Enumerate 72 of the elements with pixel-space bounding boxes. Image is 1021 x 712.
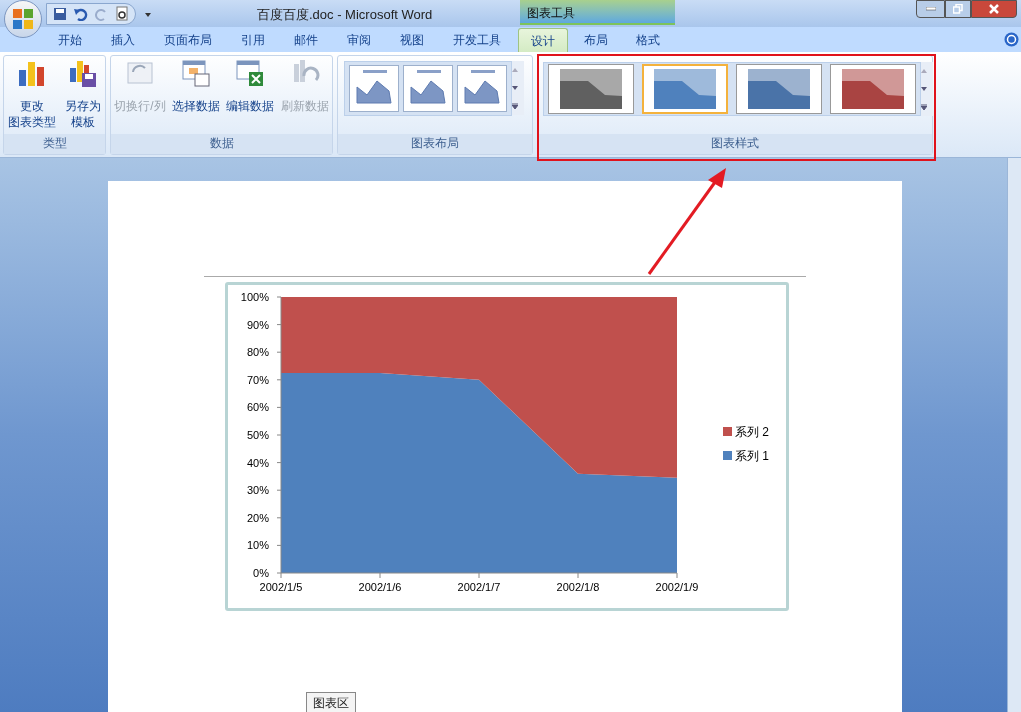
undo-icon[interactable] (73, 6, 89, 21)
ribbon-button[interactable]: 更改 图表类型 (8, 58, 57, 134)
ribbon-tab[interactable]: 开始 (46, 28, 94, 52)
layout-thumbnail[interactable] (457, 65, 507, 112)
style-thumbnail[interactable] (830, 64, 916, 114)
restore-icon (953, 4, 963, 14)
ribbon-tab[interactable]: 开发工具 (441, 28, 513, 52)
close-button[interactable] (971, 0, 1017, 18)
tooltip: 图表区 (306, 692, 356, 712)
legend-label: 系列 1 (735, 449, 769, 463)
group-label: 图表布局 (338, 134, 532, 154)
ribbon-tab[interactable]: 设计 (518, 28, 568, 52)
axis-label: 90% (246, 318, 269, 331)
ribbon-tab[interactable]: 引用 (229, 28, 277, 52)
ribbon-tab[interactable]: 布局 (572, 28, 620, 52)
restore-button[interactable] (945, 0, 971, 18)
layout-thumbnail[interactable] (349, 65, 399, 112)
print-preview-icon[interactable] (115, 5, 129, 22)
ribbon-button[interactable]: 另存为 模板 (64, 58, 101, 134)
table-chart-icon (180, 58, 211, 88)
group-label: 图表样式 (538, 134, 932, 154)
help-icon[interactable] (1004, 32, 1019, 47)
axis-label: 2002/1/6 (358, 581, 402, 593)
ribbon-button[interactable]: 选择数据 (171, 58, 220, 134)
style-thumbnail[interactable] (642, 64, 728, 114)
context-tool-title: 图表工具 (527, 5, 575, 22)
legend-swatch (723, 451, 732, 460)
style-thumbnail[interactable] (736, 64, 822, 114)
axis-label: 70% (246, 373, 269, 386)
style-thumbnail[interactable] (548, 64, 634, 114)
axis-label: 80% (246, 346, 269, 359)
ribbon-button[interactable]: 编辑数据 (226, 58, 275, 134)
ribbon-tab[interactable]: 格式 (624, 28, 672, 52)
chart-area[interactable]: 0% 10% 20% 30% 40% 50% 60% 70% 80% 90% 100% 2002/1/5 2002/1/6 2002/1/7 2002/1/8 2002/1/9 系列 2 系列 1 (225, 282, 789, 611)
ribbon-tab[interactable]: 视图 (388, 28, 436, 52)
axis-label: 2002/1/7 (457, 581, 501, 593)
down-arrow-icon (921, 87, 927, 91)
axis-label: 30% (246, 484, 269, 497)
group-label: 数据 (111, 134, 332, 154)
group-label: 类型 (4, 134, 105, 154)
axis-label: 2002/1/9 (655, 581, 699, 593)
down-arrow-icon (512, 86, 518, 90)
axis-label: 2002/1/5 (259, 581, 303, 593)
save-icon[interactable] (53, 6, 67, 21)
ribbon-tab[interactable]: 邮件 (282, 28, 330, 52)
axis-label: 0% (253, 567, 269, 579)
minimize-icon (925, 7, 936, 11)
chart-save-icon (67, 58, 98, 88)
axis-label: 60% (246, 401, 269, 414)
close-icon (989, 4, 999, 14)
scrollbar[interactable] (1007, 158, 1021, 712)
office-logo-icon (12, 7, 34, 30)
more-arrow-icon (921, 104, 927, 110)
axis-label: 40% (246, 456, 269, 469)
axis-label: 20% (246, 511, 269, 524)
office-button[interactable] (4, 0, 42, 38)
window-title: 百度百度.doc - Microsoft Word (257, 6, 433, 24)
ribbon-tab[interactable]: 审阅 (335, 28, 383, 52)
axis-label: 10% (246, 539, 269, 552)
up-arrow-icon (921, 69, 927, 73)
more-arrow-icon (512, 103, 518, 109)
legend-label: 系列 2 (735, 425, 769, 439)
minimize-button[interactable] (916, 0, 945, 18)
legend-swatch (723, 427, 732, 436)
spreadsheet-icon (235, 58, 266, 88)
axis-label: 50% (246, 429, 269, 441)
axis-label: 2002/1/8 (556, 581, 600, 593)
up-arrow-icon (512, 68, 518, 72)
layout-thumbnail[interactable] (403, 65, 453, 112)
ribbon-tab[interactable]: 插入 (99, 28, 147, 52)
axis-label: 100% (240, 291, 269, 303)
ribbon-tab[interactable]: 页面布局 (152, 28, 224, 52)
